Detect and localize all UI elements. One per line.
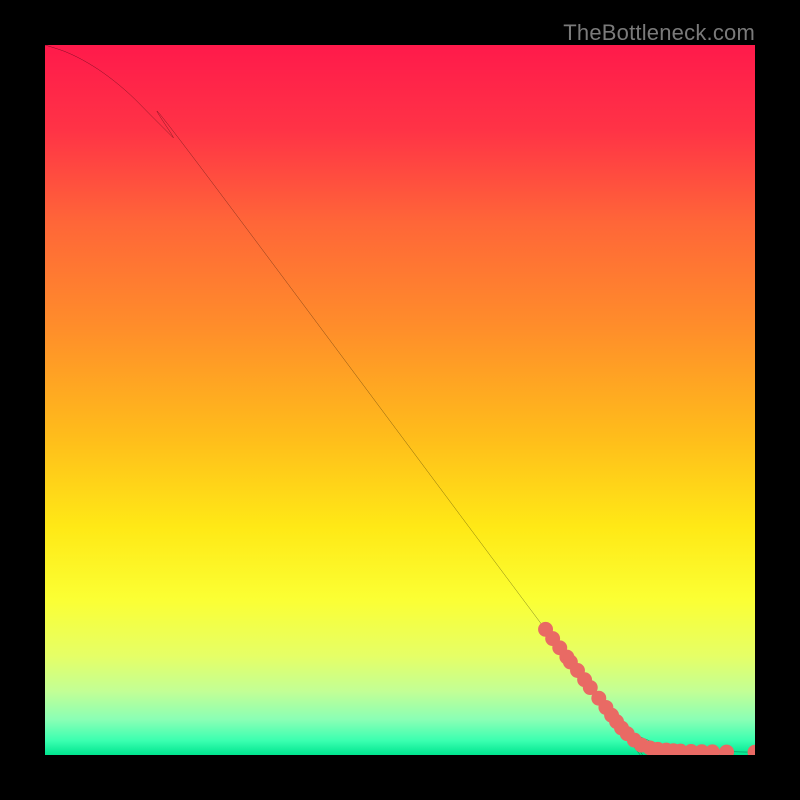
plot-area (45, 45, 755, 755)
watermark-label: TheBottleneck.com (563, 20, 755, 46)
chart-stage: TheBottleneck.com (0, 0, 800, 800)
chart-background-gradient (45, 45, 755, 755)
